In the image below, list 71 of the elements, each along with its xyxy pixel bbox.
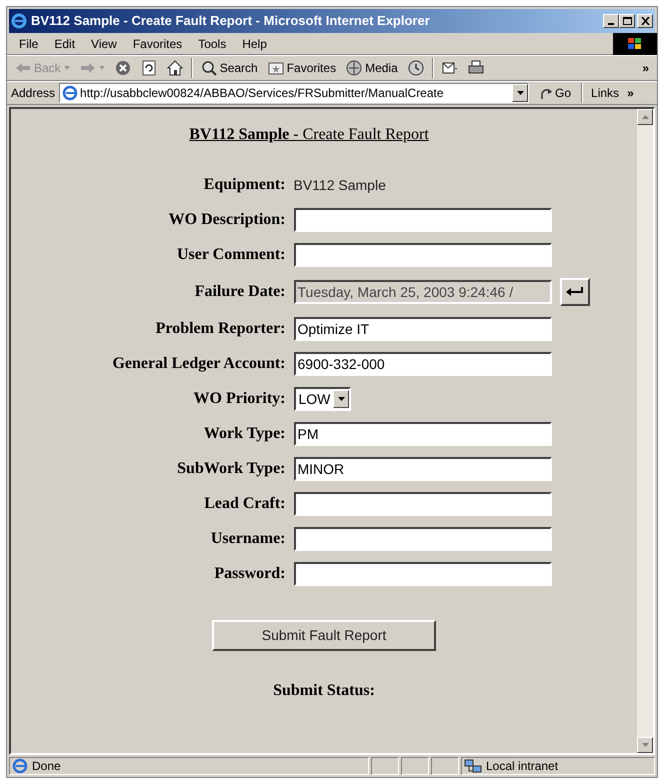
status-pane — [401, 757, 429, 775]
address-field[interactable]: http://usabbclew00824/ABBAO/Services/FRSubmitter/ManualCreate — [59, 83, 530, 103]
status-pane — [431, 757, 459, 775]
field-label: WO Priority: — [192, 389, 286, 409]
stop-icon[interactable] — [114, 60, 131, 76]
refresh-icon[interactable] — [140, 60, 157, 76]
input-field[interactable]: MINOR — [294, 457, 552, 481]
submit-button[interactable]: Submit Fault Report — [212, 620, 436, 651]
input-field[interactable] — [294, 492, 552, 516]
field-label: Equipment: — [202, 175, 286, 195]
scrollbar[interactable] — [637, 109, 653, 753]
page-heading: BV112 Sample - Create Fault Report — [189, 125, 429, 145]
window-title: BV112 Sample - Create Fault Report - Microsoft Internet Explorer — [31, 12, 431, 30]
windows-logo-icon — [613, 32, 657, 54]
maximize-icon[interactable] — [619, 14, 635, 28]
printer-icon[interactable] — [468, 60, 484, 76]
status-text: Done — [32, 758, 61, 775]
field-label: Password: — [213, 564, 286, 584]
field-label: Problem Reporter: — [154, 319, 286, 339]
media-button[interactable]: Media — [342, 57, 402, 79]
field-label: Work Type: — [202, 424, 286, 444]
address-label: Address — [11, 85, 56, 102]
page-icon — [12, 758, 28, 774]
mail-icon[interactable] — [442, 60, 458, 76]
dropdown-arrow-icon[interactable] — [338, 397, 345, 401]
input-field[interactable] — [294, 208, 552, 232]
toolbar-overflow-button[interactable]: » — [638, 59, 653, 77]
input-field[interactable] — [294, 527, 552, 551]
star-folder-icon[interactable] — [268, 60, 284, 76]
scroll-up-icon[interactable] — [637, 109, 653, 125]
menu-item[interactable]: File — [11, 32, 46, 54]
globe-media-icon[interactable] — [346, 60, 362, 76]
field-label: User Comment: — [176, 245, 286, 265]
zone-text: Local intranet — [486, 758, 558, 775]
minimize-icon[interactable] — [603, 14, 619, 28]
input-field[interactable]: Optimize IT — [294, 317, 552, 341]
home-icon[interactable] — [166, 60, 183, 76]
return-arrow-icon — [566, 287, 584, 297]
input-field[interactable] — [294, 562, 552, 586]
close-icon[interactable] — [637, 14, 653, 28]
priority-dropdown[interactable]: LOW — [294, 387, 352, 411]
links-overflow-button[interactable]: » — [627, 84, 634, 102]
input-field[interactable]: 6900-332-000 — [294, 352, 552, 376]
browser-icon — [11, 13, 27, 29]
menu-item[interactable]: View — [83, 32, 125, 54]
search-button[interactable]: Search — [196, 57, 262, 79]
submit-status-label: Submit Status: — [273, 681, 375, 701]
menu-item[interactable]: Favorites — [124, 32, 190, 54]
field-label: General Ledger Account: — [111, 354, 286, 374]
history-clock-icon[interactable] — [408, 60, 424, 76]
status-pane — [371, 757, 399, 775]
field-label: Username: — [210, 529, 286, 549]
field-label: WO Description: — [168, 210, 286, 230]
network-icon — [464, 758, 482, 774]
go-arrow-icon[interactable] — [539, 86, 554, 100]
links-button[interactable]: Links — [587, 84, 620, 102]
input-field[interactable]: PM — [294, 422, 552, 446]
page-icon — [62, 85, 78, 101]
favorites-button[interactable]: Favorites — [264, 57, 340, 79]
field-label: Lead Craft: — [203, 494, 286, 514]
field-label: Failure Date: — [194, 282, 286, 302]
input-field[interactable] — [294, 243, 552, 267]
field-value: BV112 Sample — [294, 176, 386, 195]
scroll-down-icon[interactable] — [637, 737, 653, 753]
field-label: SubWork Type: — [176, 459, 286, 479]
menu-item[interactable]: Edit — [46, 32, 84, 54]
search-icon[interactable] — [200, 60, 217, 76]
go-button[interactable]: Go — [533, 84, 578, 102]
menu-item[interactable]: Help — [234, 32, 275, 54]
menu-item[interactable]: Tools — [190, 32, 234, 54]
dropdown-arrow-icon[interactable] — [516, 91, 524, 95]
